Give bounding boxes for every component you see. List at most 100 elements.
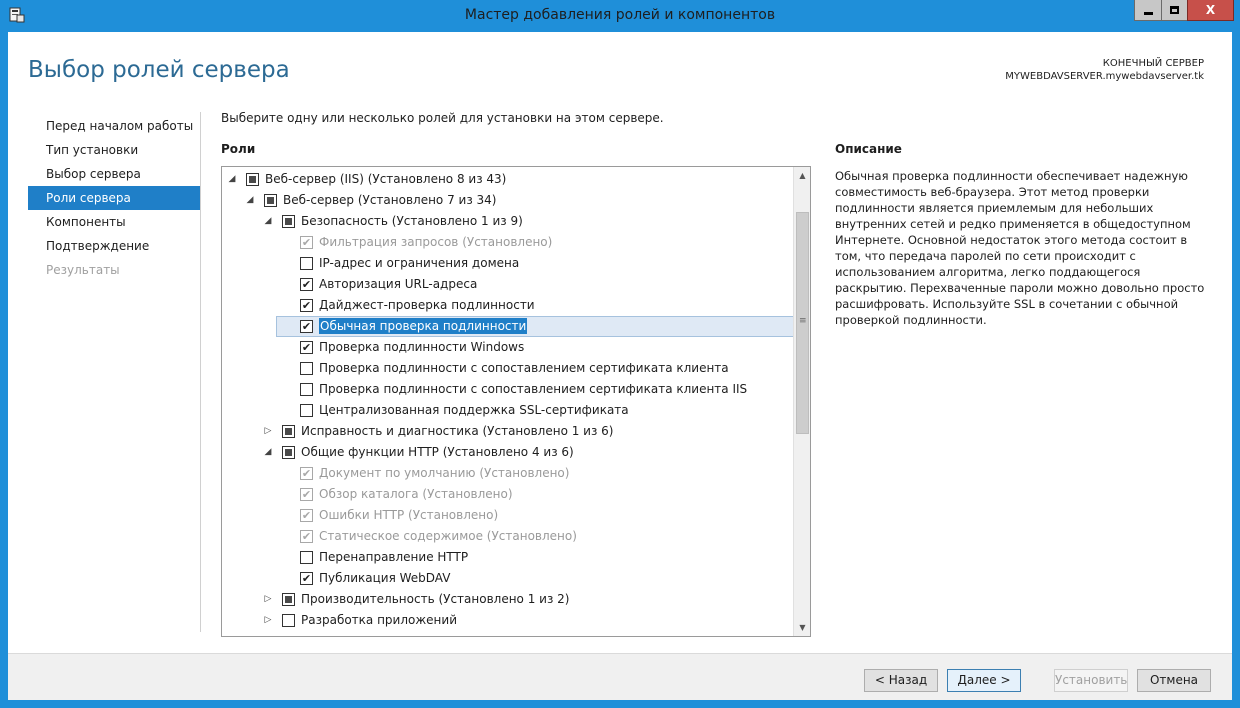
collapse-arrow-icon[interactable]: ◢ (263, 445, 273, 459)
role-checkbox[interactable] (300, 383, 313, 396)
collapse-arrow-icon[interactable]: ◢ (263, 214, 273, 228)
nav-divider (200, 112, 201, 632)
role-checkbox: ✔ (300, 467, 313, 480)
role-label[interactable]: Фильтрация запросов (Установлено) (319, 234, 552, 250)
role-checkbox[interactable] (282, 215, 295, 228)
role-label[interactable]: Проверка подлинности с сопоставлением се… (319, 381, 747, 397)
expand-arrow-icon[interactable]: ▷ (263, 613, 273, 627)
tree-row[interactable]: Проверка подлинности с сопоставлением се… (222, 358, 794, 379)
grip-icon: ≡ (799, 316, 807, 326)
role-checkbox[interactable] (300, 257, 313, 270)
nav-item-6: Результаты (46, 263, 120, 277)
tree-row[interactable]: Централизованная поддержка SSL-сертифика… (222, 400, 794, 421)
nav-item-5[interactable]: Подтверждение (28, 234, 200, 258)
roles-tree[interactable]: ◢ Веб-сервер (IIS) (Установлено 8 из 43) ◢… (221, 166, 811, 637)
title-bar[interactable]: Мастер добавления ролей и компонентов X (0, 0, 1240, 32)
tree-row[interactable]: IP-адрес и ограничения домена (222, 253, 794, 274)
install-button[interactable]: Установить (1054, 669, 1128, 692)
role-checkbox[interactable] (300, 551, 313, 564)
wizard-client-area: Выбор ролей сервера КОНЕЧНЫЙ СЕРВЕР MYWE… (8, 32, 1232, 700)
role-checkbox[interactable] (300, 404, 313, 417)
collapse-arrow-icon[interactable]: ◢ (227, 172, 237, 186)
role-checkbox[interactable] (282, 425, 295, 438)
minimize-button[interactable] (1134, 0, 1162, 21)
role-checkbox[interactable]: ✔ (300, 299, 313, 312)
expand-arrow-icon[interactable]: ▷ (263, 592, 273, 606)
tree-row[interactable]: ▷ Производительность (Установлено 1 из 2) (222, 589, 794, 610)
role-checkbox[interactable] (246, 173, 259, 186)
tree-row[interactable]: ✔ Дайджест-проверка подлинности (222, 295, 794, 316)
back-button[interactable]: < Назад (864, 669, 938, 692)
role-label[interactable]: Документ по умолчанию (Установлено) (319, 465, 569, 481)
maximize-button[interactable] (1161, 0, 1188, 21)
cancel-button[interactable]: Отмена (1137, 669, 1211, 692)
role-label[interactable]: Веб-сервер (Установлено 7 из 34) (283, 192, 496, 208)
role-checkbox[interactable]: ✔ (300, 278, 313, 291)
role-label[interactable]: Веб-сервер (IIS) (Установлено 8 из 43) (265, 171, 506, 187)
role-label[interactable]: Безопасность (Установлено 1 из 9) (301, 213, 523, 229)
nav-item-3[interactable]: Роли сервера (28, 186, 200, 210)
nav-item-2[interactable]: Выбор сервера (28, 162, 200, 186)
role-label[interactable]: Проверка подлинности с сопоставлением се… (319, 360, 729, 376)
tree-row[interactable]: ✔ Ошибки HTTP (Установлено) (222, 505, 794, 526)
tree-scrollbar[interactable]: ▲ ≡ ▼ (793, 167, 810, 636)
role-label[interactable]: Исправность и диагностика (Установлено 1… (301, 423, 614, 439)
role-checkbox: ✔ (300, 488, 313, 501)
role-checkbox[interactable]: ✔ (300, 320, 313, 333)
instruction-text: Выберите одну или несколько ролей для ус… (221, 111, 664, 125)
role-checkbox: ✔ (300, 530, 313, 543)
tree-row[interactable]: ✔ Проверка подлинности Windows (222, 337, 794, 358)
role-label[interactable]: Ошибки HTTP (Установлено) (319, 507, 498, 523)
role-checkbox: ✔ (300, 236, 313, 249)
nav-item-1[interactable]: Тип установки (28, 138, 200, 162)
tree-row[interactable]: ▷ Исправность и диагностика (Установлено … (222, 421, 794, 442)
tree-row[interactable]: ✔ Документ по умолчанию (Установлено) (222, 463, 794, 484)
role-label[interactable]: IP-адрес и ограничения домена (319, 255, 519, 271)
role-label[interactable]: Централизованная поддержка SSL-сертифика… (319, 402, 629, 418)
close-icon: X (1205, 3, 1216, 17)
role-label[interactable]: Перенаправление HTTP (319, 549, 468, 565)
tree-row[interactable]: ◢ Веб-сервер (Установлено 7 из 34) (222, 190, 794, 211)
role-checkbox[interactable] (282, 593, 295, 606)
collapse-arrow-icon[interactable]: ◢ (245, 193, 255, 207)
role-label[interactable]: Разработка приложений (301, 612, 457, 628)
role-label[interactable]: Статическое содержимое (Установлено) (319, 528, 577, 544)
tree-row[interactable]: ✔ Публикация WebDAV (222, 568, 794, 589)
role-checkbox[interactable]: ✔ (300, 341, 313, 354)
tree-row[interactable]: ✔ Фильтрация запросов (Установлено) (222, 232, 794, 253)
tree-row[interactable]: Перенаправление HTTP (222, 547, 794, 568)
expand-arrow-icon[interactable]: ▷ (263, 424, 273, 438)
role-label[interactable]: Общие функции HTTP (Установлено 4 из 6) (301, 444, 574, 460)
role-checkbox[interactable] (282, 446, 295, 459)
role-label[interactable]: Обзор каталога (Установлено) (319, 486, 513, 502)
scroll-down-icon[interactable]: ▼ (794, 619, 810, 636)
scroll-up-icon[interactable]: ▲ (794, 167, 810, 184)
role-label[interactable]: Производительность (Установлено 1 из 2) (301, 591, 569, 607)
role-checkbox[interactable]: ✔ (300, 572, 313, 585)
tree-row[interactable]: ◢ Веб-сервер (IIS) (Установлено 8 из 43) (222, 169, 794, 190)
tree-row[interactable]: ✔ Обычная проверка подлинности (222, 316, 794, 337)
tree-row[interactable]: ▷ Разработка приложений (222, 610, 794, 631)
role-label[interactable]: Проверка подлинности Windows (319, 339, 524, 355)
role-label[interactable]: Публикация WebDAV (319, 570, 450, 586)
tree-row[interactable]: ◢ Безопасность (Установлено 1 из 9) (222, 211, 794, 232)
tree-row[interactable]: ◢ Общие функции HTTP (Установлено 4 из 6) (222, 442, 794, 463)
scroll-thumb[interactable]: ≡ (796, 212, 809, 434)
next-button[interactable]: Далее > (947, 669, 1021, 692)
role-label[interactable]: Обычная проверка подлинности (319, 318, 528, 334)
role-checkbox[interactable] (282, 614, 295, 627)
role-label[interactable]: Дайджест-проверка подлинности (319, 297, 535, 313)
tree-row[interactable]: ✔ Статическое содержимое (Установлено) (222, 526, 794, 547)
target-server-info: КОНЕЧНЫЙ СЕРВЕР MYWEBDAVSERVER.mywebdavs… (1005, 57, 1204, 83)
tree-row[interactable]: ✔ Авторизация URL-адреса (222, 274, 794, 295)
role-label[interactable]: Авторизация URL-адреса (319, 276, 477, 292)
nav-item-0[interactable]: Перед началом работы (28, 114, 200, 138)
close-button[interactable]: X (1187, 0, 1234, 21)
tree-row[interactable]: Проверка подлинности с сопоставлением се… (222, 379, 794, 400)
nav-item-4[interactable]: Компоненты (28, 210, 200, 234)
role-checkbox[interactable] (300, 362, 313, 375)
tree-row[interactable]: ✔ Обзор каталога (Установлено) (222, 484, 794, 505)
role-checkbox[interactable] (264, 194, 277, 207)
roles-heading: Роли (221, 142, 256, 156)
target-server-label: КОНЕЧНЫЙ СЕРВЕР (1102, 58, 1204, 69)
